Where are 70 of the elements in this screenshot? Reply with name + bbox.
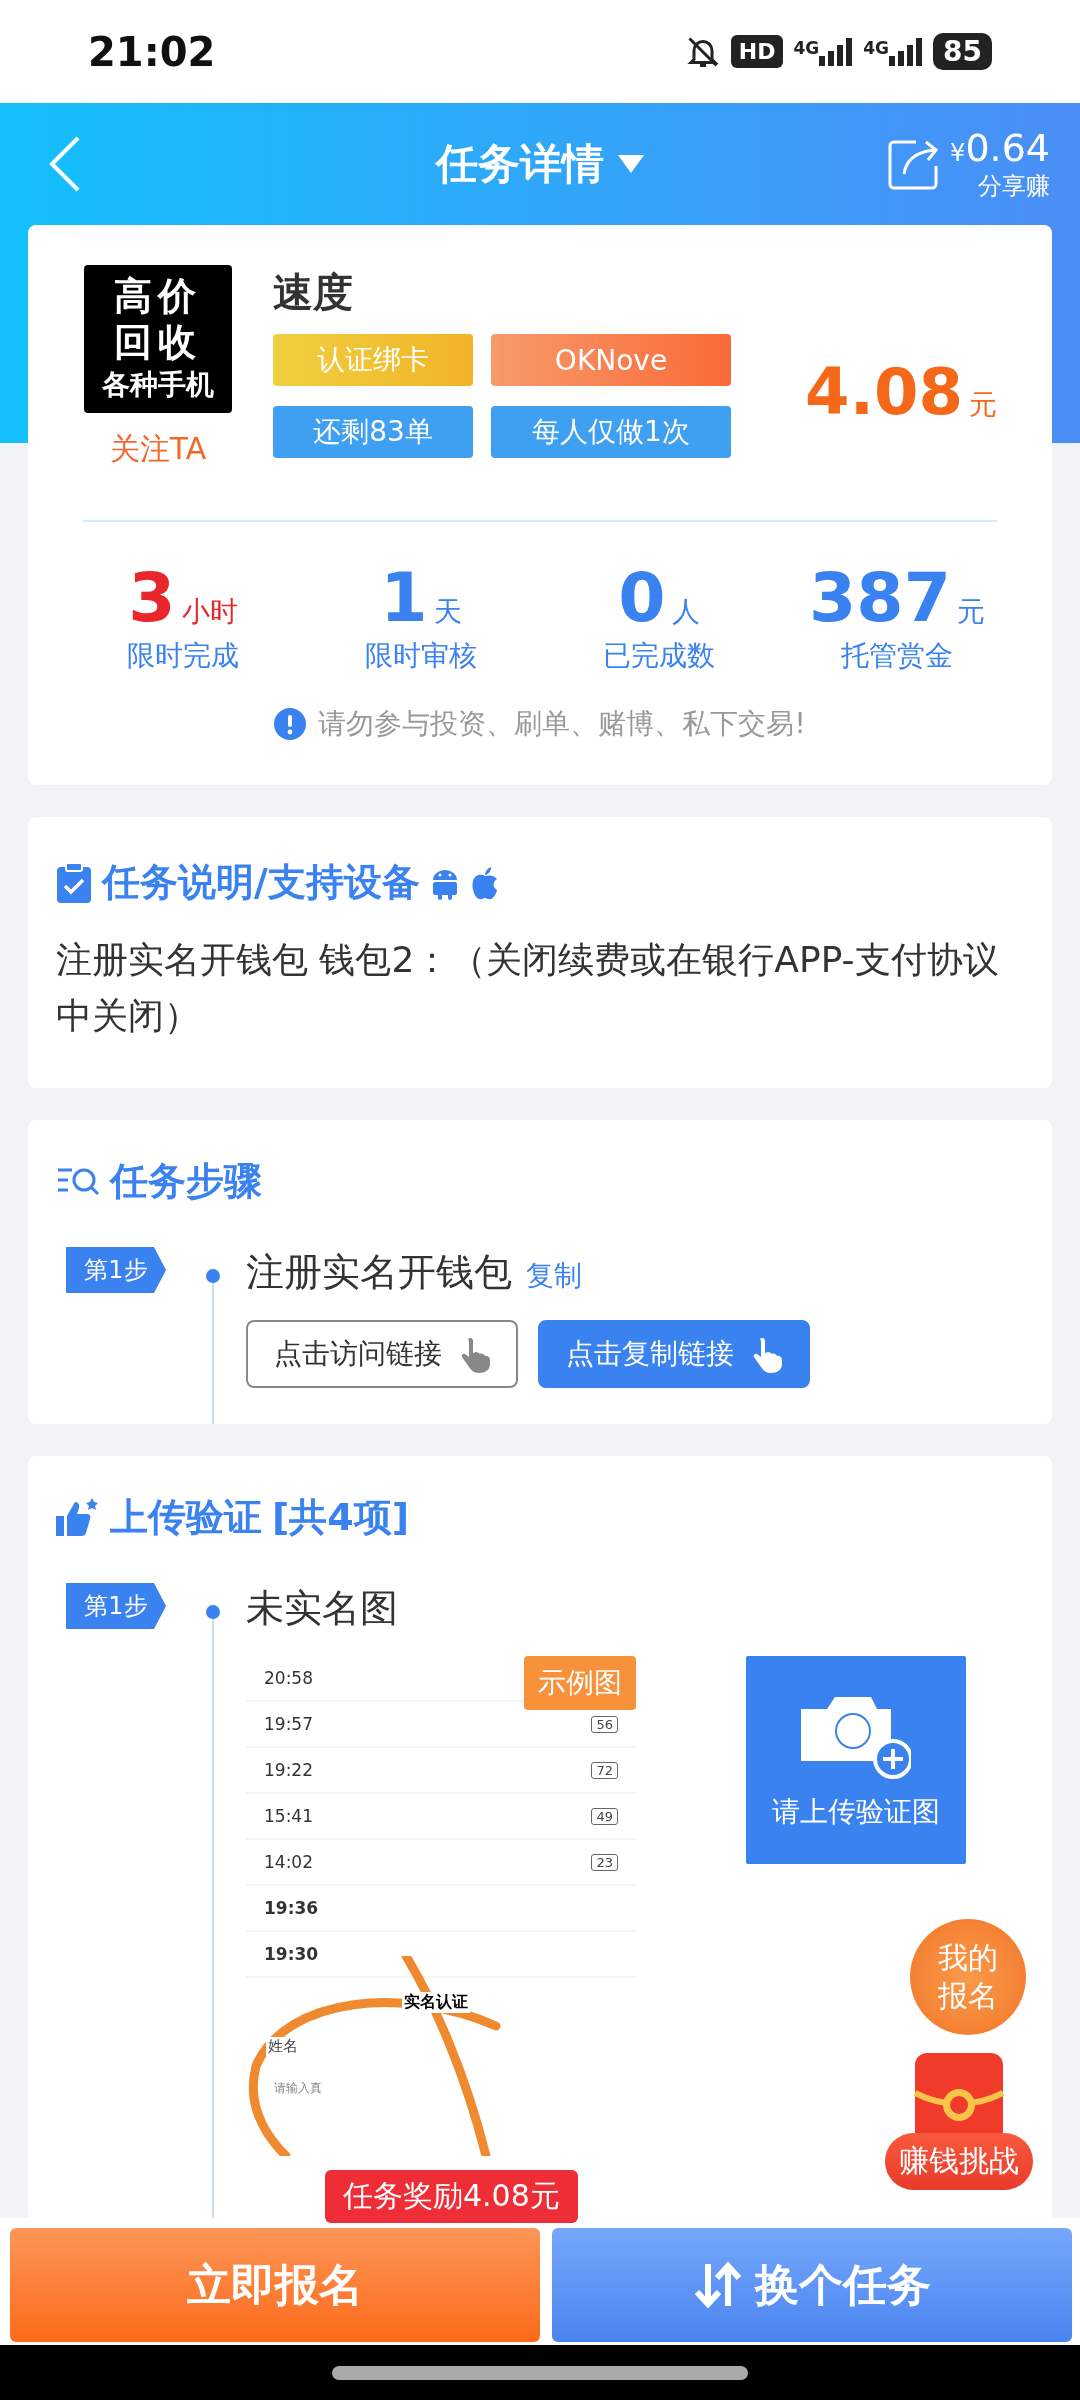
stat-value: 1: [380, 558, 428, 637]
section-title: 任务说明/支持设备: [102, 859, 420, 906]
page-title[interactable]: 任务详情: [436, 136, 604, 192]
stat-label: 托管赏金: [841, 638, 953, 674]
battery-level: 85: [933, 33, 992, 70]
example-label: 示例图: [524, 1656, 636, 1710]
stat-value: 3: [128, 558, 176, 637]
step-badge: 第1步: [66, 1247, 166, 1293]
upload-button[interactable]: 请上传验证图: [746, 1656, 966, 1864]
task-name: 速度: [273, 268, 354, 317]
reward-tooltip: 任务奖励4.08元: [325, 2170, 578, 2223]
challenge-button[interactable]: 赚钱挑战: [885, 2133, 1033, 2190]
swap-arrows-icon: [693, 2260, 743, 2310]
battery-text: 72: [591, 1761, 618, 1779]
time-text: 14:02: [264, 1852, 313, 1872]
currency-symbol: ¥: [950, 139, 966, 167]
signal-icon: [889, 37, 924, 66]
task-price: 4.08: [805, 355, 963, 429]
share-amount: 0.64: [965, 126, 1050, 170]
item-count: [共4项]: [272, 1494, 410, 1541]
stat-label: 限时完成: [127, 638, 239, 674]
stat-unit: 小时: [181, 594, 238, 630]
task-tag: OKNove: [491, 334, 731, 386]
price-unit: 元: [969, 387, 997, 423]
warning-text: 请勿参与投资、刷单、赌博、私下交易!: [318, 706, 806, 742]
time-text: 15:41: [264, 1806, 313, 1826]
stat-unit: 天: [433, 594, 462, 630]
time-text: 19:57: [264, 1714, 313, 1734]
task-tag: 还剩83单: [273, 406, 473, 458]
screen-title: 实名认证: [402, 1992, 470, 2013]
battery-text: 49: [591, 1807, 618, 1825]
stat-label: 已完成数: [603, 638, 715, 674]
copy-link[interactable]: 复制: [526, 1257, 582, 1295]
step-badge: 第1步: [66, 1583, 166, 1629]
time-text: 19:22: [264, 1760, 313, 1780]
time-text: 20:58: [264, 1668, 313, 1688]
time-text: 19:30: [264, 1944, 319, 1964]
battery-text: 56: [591, 1715, 618, 1733]
battery-text: 23: [591, 1853, 618, 1871]
stat-value: 387: [809, 558, 951, 637]
step-text: 未实名图: [246, 1585, 399, 1632]
link-button[interactable]: 点击复制链接: [538, 1320, 810, 1388]
network-label: 4G: [793, 37, 820, 58]
status-time: 21:02: [88, 28, 216, 75]
clipboard-icon: [56, 861, 92, 904]
step-text: 注册实名开钱包: [246, 1249, 512, 1296]
link-button[interactable]: 点击访问链接: [246, 1320, 518, 1388]
stat-value: 0: [618, 558, 666, 637]
share-label[interactable]: 分享赚: [978, 170, 1050, 202]
signup-button[interactable]: 立即报名: [10, 2228, 540, 2342]
home-indicator[interactable]: [332, 2365, 748, 2380]
stat-unit: 人: [671, 594, 700, 630]
network-label: 4G: [863, 37, 890, 58]
info-icon: [274, 708, 307, 740]
section-title: 上传验证: [110, 1494, 262, 1541]
task-tag: 每人仅做1次: [491, 406, 731, 458]
stat-label: 限时审核: [365, 638, 477, 674]
task-tag: 认证绑卡: [273, 334, 473, 386]
switch-task-button[interactable]: 换个任务: [552, 2228, 1072, 2342]
time-text: 19:36: [264, 1898, 319, 1918]
field-hint: 请输入真: [272, 2080, 324, 2097]
section-title: 任务步骤: [110, 1158, 262, 1205]
publisher-logo: 高价 回收 各种手机: [84, 265, 232, 413]
thumbs-up-icon: [56, 1497, 100, 1538]
dropdown-icon[interactable]: [618, 155, 644, 173]
hd-badge: HD: [730, 35, 784, 68]
signal-icon: [819, 37, 854, 66]
follow-link[interactable]: 关注TA: [109, 429, 207, 470]
description-text: 注册实名开钱包 钱包2：（关闭续费或在银行APP-支付协议中关闭）: [56, 938, 1000, 1038]
stat-unit: 元: [956, 594, 985, 630]
